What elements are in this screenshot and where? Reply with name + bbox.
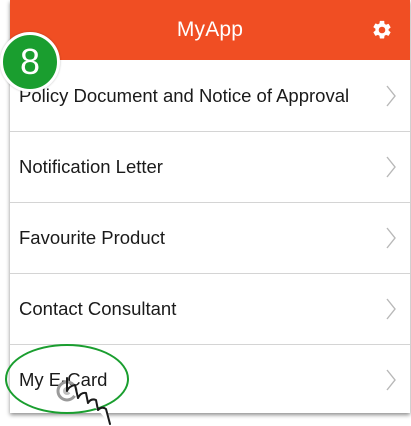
chevron-right-icon: [386, 156, 396, 177]
menu-item-policy-document[interactable]: Policy Document and Notice of Approval: [10, 60, 410, 132]
menu-item-label: My E-Card: [19, 368, 108, 390]
chevron-right-icon: [386, 227, 396, 248]
app-header: MyApp: [10, 0, 410, 60]
menu-item-label: Notification Letter: [19, 155, 163, 177]
menu-item-contact-consultant[interactable]: Contact Consultant: [10, 273, 410, 345]
menu-item-my-e-card[interactable]: My E-Card: [10, 344, 410, 413]
gear-icon: [373, 20, 391, 39]
chevron-right-icon: [386, 85, 396, 106]
menu-item-favourite-product[interactable]: Favourite Product: [10, 202, 410, 274]
app-screen: MyApp Policy Document and Notice of Appr…: [0, 0, 411, 425]
step-number-badge: 8: [0, 32, 60, 92]
menu-item-label: Contact Consultant: [19, 297, 177, 319]
menu-item-label: Favourite Product: [19, 226, 166, 248]
phone-screen: MyApp Policy Document and Notice of Appr…: [10, 0, 410, 413]
chevron-right-icon: [386, 298, 396, 319]
app-title: MyApp: [176, 18, 244, 41]
chevron-right-icon: [386, 369, 396, 390]
menu-item-notification-letter[interactable]: Notification Letter: [10, 131, 410, 203]
menu-item-label: Policy Document and Notice of Approval: [19, 84, 350, 106]
settings-button[interactable]: [370, 18, 394, 42]
